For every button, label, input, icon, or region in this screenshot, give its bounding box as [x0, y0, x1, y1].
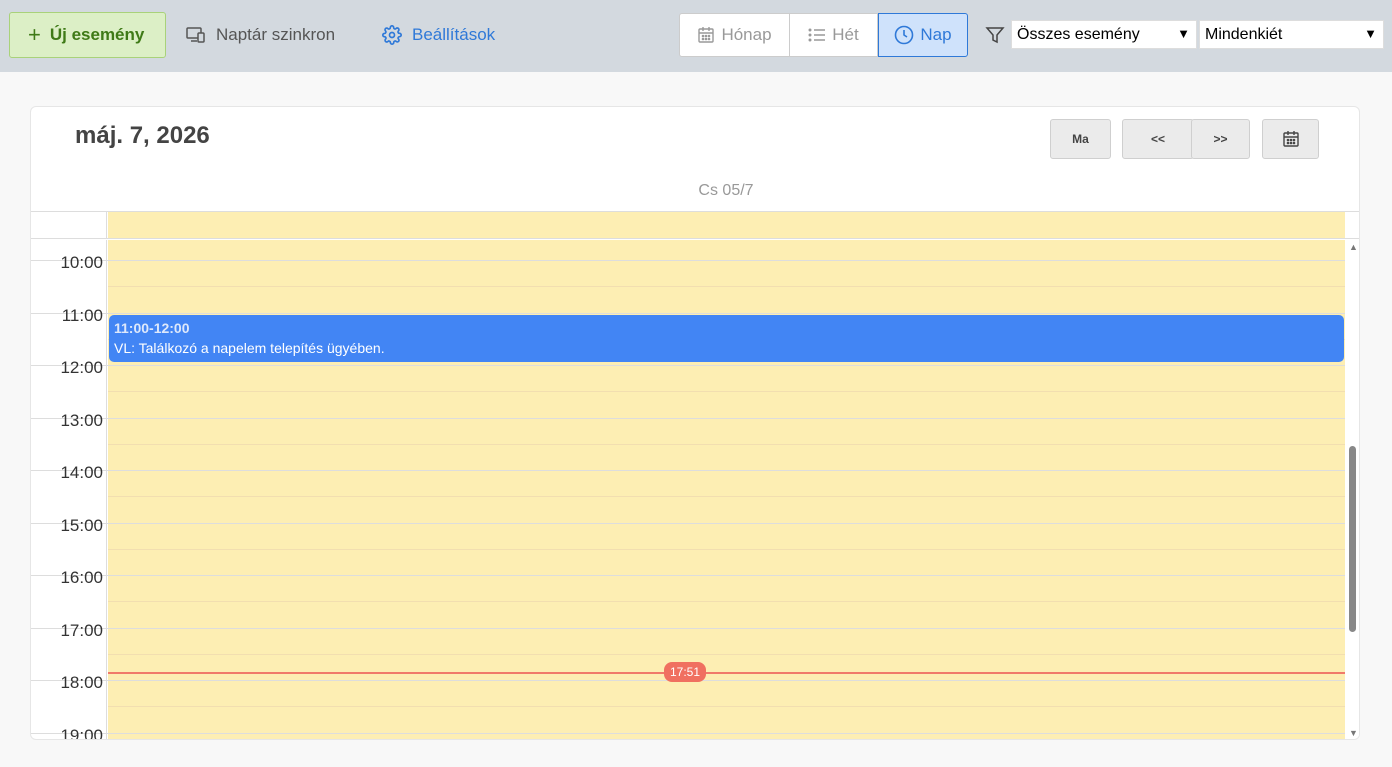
- hour-label: 14:00: [60, 463, 103, 482]
- vertical-scrollbar[interactable]: ▲ ▼: [1345, 240, 1359, 739]
- event-type-filter-select[interactable]: Összes esemény ▼: [1011, 20, 1197, 49]
- calendar-icon: [698, 27, 715, 43]
- owner-filter-value: Mindenkiét: [1205, 25, 1283, 43]
- top-toolbar: + Új esemény Naptár szinkron Beállítások…: [0, 0, 1392, 72]
- day-column-header: Cs 05/7: [698, 182, 754, 199]
- today-button[interactable]: Ma: [1050, 119, 1111, 159]
- hour-label: 17:00: [60, 621, 103, 640]
- hour-label: 12:00: [60, 358, 103, 377]
- month-view-label: Hónap: [721, 25, 772, 44]
- previous-day-button[interactable]: <<: [1122, 119, 1194, 159]
- current-time-badge: 17:51: [664, 662, 707, 682]
- all-day-gutter: [31, 212, 107, 238]
- hour-label: 16:00: [60, 568, 103, 587]
- scrollbar-thumb[interactable]: [1349, 446, 1356, 632]
- hour-line: [31, 470, 1345, 471]
- half-hour-line: [108, 496, 1345, 497]
- new-event-button[interactable]: + Új esemény: [9, 12, 166, 58]
- owner-filter-select[interactable]: Mindenkiét ▼: [1199, 20, 1384, 49]
- hour-label: 15:00: [60, 516, 103, 535]
- calendar-sync-button[interactable]: Naptár szinkron: [186, 20, 335, 50]
- hour-line: [31, 628, 1345, 629]
- hour-label: 18:00: [60, 673, 103, 692]
- half-hour-line: [108, 601, 1345, 602]
- scroll-up-arrow-icon[interactable]: ▲: [1349, 242, 1358, 252]
- plus-icon: +: [28, 22, 41, 47]
- day-view-label: Nap: [920, 25, 952, 44]
- new-event-label: Új esemény: [49, 25, 145, 44]
- calendar-sync-label: Naptár szinkron: [216, 25, 336, 44]
- dropdown-arrow-icon: ▼: [1177, 26, 1190, 41]
- current-time-line: [108, 672, 1345, 674]
- event-type-filter-value: Összes esemény: [1017, 25, 1140, 43]
- half-hour-line: [108, 706, 1345, 707]
- half-hour-line: [108, 391, 1345, 392]
- time-grid: 10:00 11:00 12:00 13:00 14:00 15:00 16:00 17:00…: [31, 240, 1359, 740]
- all-day-row: [31, 211, 1359, 239]
- date-picker-button[interactable]: [1262, 119, 1319, 159]
- day-view-button[interactable]: Nap: [878, 13, 968, 57]
- hour-label: 19:00: [60, 726, 103, 740]
- half-hour-line: [108, 286, 1345, 287]
- hour-label: 13:00: [60, 411, 103, 430]
- hour-line: [31, 365, 1345, 366]
- filter-icon: [985, 27, 1005, 44]
- hour-line: [31, 575, 1345, 576]
- next-day-button[interactable]: >>: [1191, 119, 1250, 159]
- calendar-date-title: máj. 7, 2026: [75, 122, 210, 149]
- hour-label: 11:00: [61, 306, 103, 325]
- hour-line: [31, 523, 1345, 524]
- hour-line: [31, 418, 1345, 419]
- hour-line: [31, 313, 1345, 314]
- month-view-button[interactable]: Hónap: [679, 13, 790, 57]
- event-time: 11:00-12:00: [114, 320, 190, 336]
- hour-line: [31, 260, 1345, 261]
- half-hour-line: [108, 444, 1345, 445]
- calendar-event[interactable]: 11:00-12:00 VL: Találkozó a napelem telep…: [109, 315, 1344, 362]
- week-view-label: Hét: [832, 25, 859, 44]
- calendar-card: máj. 7, 2026 Ma << >> Cs 05/7 10:00 11:00…: [30, 106, 1360, 740]
- scroll-down-arrow-icon[interactable]: ▼: [1349, 728, 1358, 738]
- calendar-icon: [1282, 131, 1299, 147]
- event-title: VL: Találkozó a napelem telepítés ügyébe…: [114, 340, 385, 356]
- device-sync-icon: [186, 27, 205, 43]
- week-view-button[interactable]: Hét: [790, 13, 878, 57]
- hour-label: 10:00: [60, 253, 103, 272]
- settings-label: Beállítások: [412, 25, 496, 44]
- gear-icon: [382, 25, 402, 45]
- list-icon: [808, 28, 826, 42]
- view-switcher: Hónap Hét Nap: [679, 13, 968, 57]
- all-day-cell[interactable]: [108, 212, 1345, 238]
- dropdown-arrow-icon: ▼: [1364, 26, 1377, 41]
- clock-icon: [895, 25, 914, 45]
- settings-button[interactable]: Beállítások: [382, 20, 495, 50]
- hour-line: [31, 733, 1345, 734]
- half-hour-line: [108, 549, 1345, 550]
- half-hour-line: [108, 654, 1345, 655]
